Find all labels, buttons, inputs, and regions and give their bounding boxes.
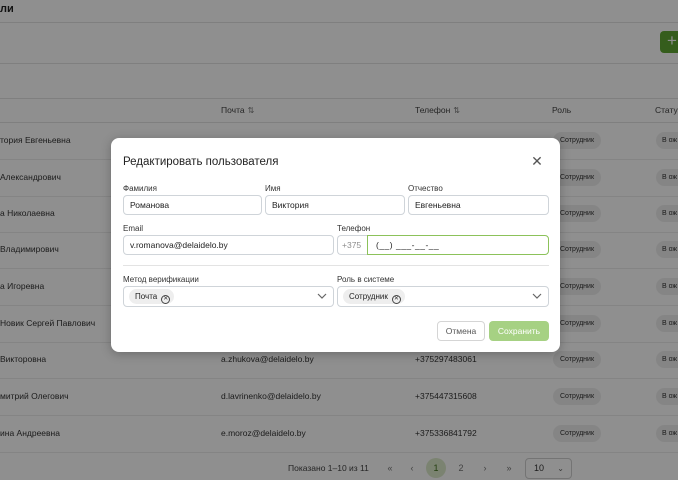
email-label: Email	[123, 224, 144, 233]
middle-name-field[interactable]: Евгеньевна	[408, 195, 549, 215]
first-name-label: Имя	[265, 184, 281, 193]
verification-tag[interactable]: Почта ✕	[129, 289, 175, 304]
chevron-down-icon	[317, 293, 327, 299]
circle-x-icon[interactable]: ✕	[391, 295, 401, 304]
phone-field[interactable]: (__) ___-__-__	[367, 235, 549, 255]
cancel-button[interactable]: Отмена	[437, 321, 485, 341]
last-name-field[interactable]: Романова	[123, 195, 262, 215]
phone-prefix: +375	[337, 235, 367, 255]
role-tag[interactable]: Сотрудник ✕	[343, 289, 405, 304]
circle-x-icon[interactable]: ✕	[161, 295, 171, 304]
save-button[interactable]: Сохранить	[489, 321, 549, 341]
system-role-select[interactable]: Сотрудник ✕	[337, 286, 549, 307]
middle-name-label: Отчество	[408, 184, 443, 193]
divider	[123, 265, 549, 266]
email-field[interactable]: v.romanova@delaidelo.by	[123, 235, 334, 255]
last-name-label: Фамилия	[123, 184, 157, 193]
verification-method-label: Метод верификации	[123, 275, 199, 284]
edit-user-dialog: Редактировать пользователя ✕ Фамилия Ром…	[111, 138, 560, 352]
verification-method-select[interactable]: Почта ✕	[123, 286, 334, 307]
dialog-title: Редактировать пользователя	[123, 156, 279, 168]
system-role-label: Роль в системе	[337, 275, 395, 284]
chevron-down-icon	[532, 293, 542, 299]
phone-label: Телефон	[337, 224, 371, 233]
first-name-field[interactable]: Виктория	[265, 195, 405, 215]
close-icon[interactable]: ✕	[529, 153, 545, 169]
